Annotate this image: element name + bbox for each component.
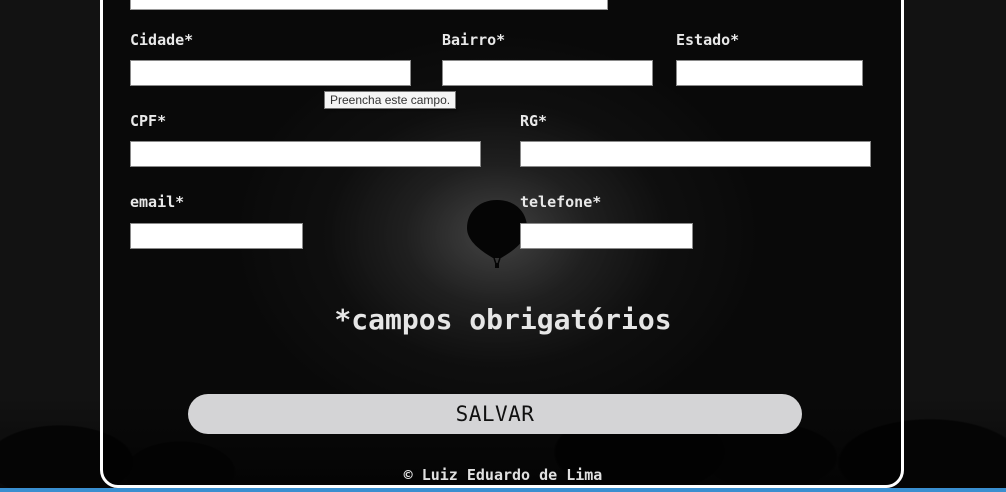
rg-label: RG* (520, 112, 548, 130)
taskbar-strip (0, 488, 1006, 492)
cpf-label: CPF* (130, 112, 167, 130)
required-fields-note: *campos obrigatórios (334, 303, 672, 336)
cidade-input[interactable] (130, 60, 411, 86)
cpf-input[interactable] (130, 141, 481, 167)
telefone-input[interactable] (520, 223, 693, 249)
address-field-partial[interactable] (130, 0, 608, 10)
cidade-label: Cidade* (130, 31, 194, 49)
email-label: email* (130, 193, 185, 211)
email-input[interactable] (130, 223, 303, 249)
bairro-input[interactable] (442, 60, 653, 86)
bairro-label: Bairro* (442, 31, 506, 49)
footer-credit: © Luiz Eduardo de Lima (403, 466, 603, 484)
save-button[interactable]: SALVAR (188, 394, 802, 434)
rg-input[interactable] (520, 141, 871, 167)
telefone-label: telefone* (520, 193, 602, 211)
estado-label: Estado* (676, 31, 740, 49)
validation-tooltip: Preencha este campo. (324, 91, 457, 109)
estado-input[interactable] (676, 60, 863, 86)
